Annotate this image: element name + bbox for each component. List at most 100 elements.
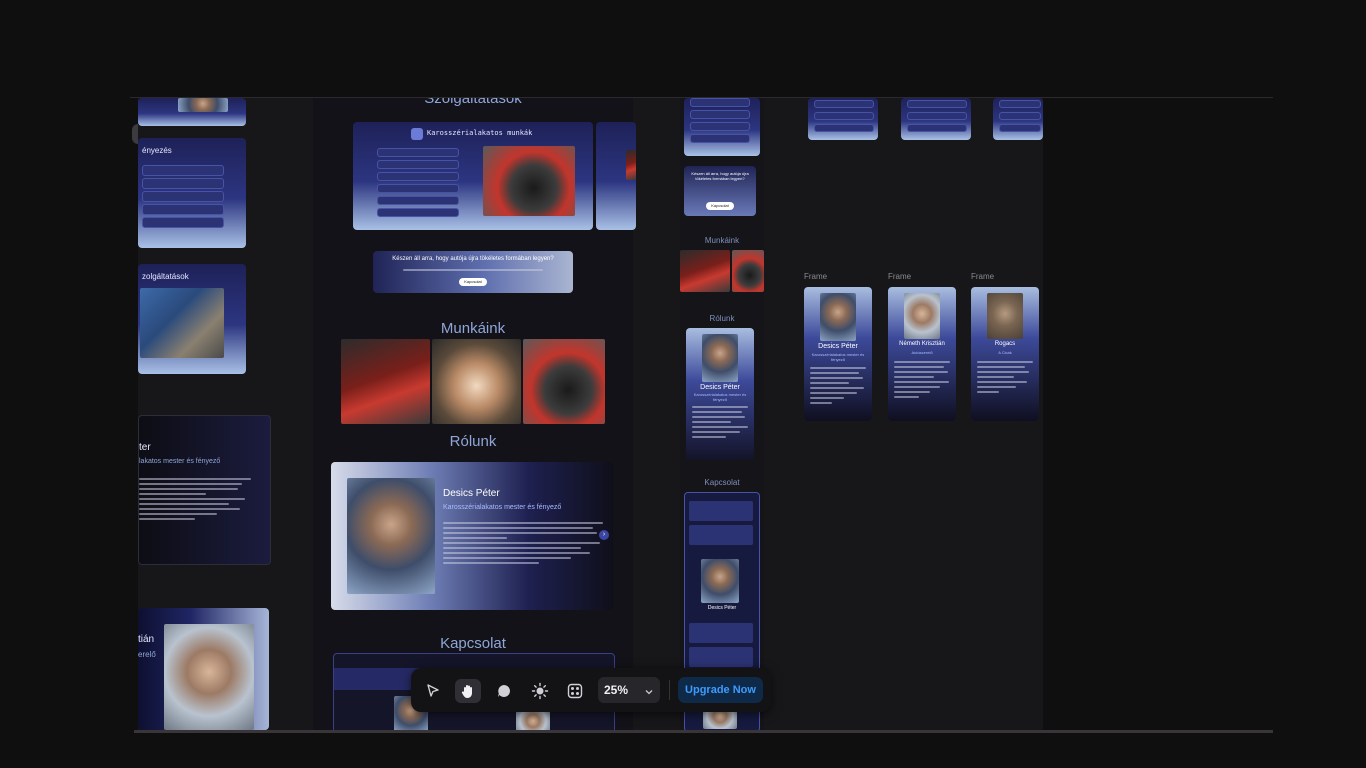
person-photo [820,293,856,341]
bio-text [139,478,251,523]
list-item [690,110,750,119]
team-card-2[interactable]: Németh Krisztián Autószerelő [888,287,956,421]
person-photo [347,478,435,594]
upgrade-button[interactable]: Upgrade Now [678,677,763,703]
contact-row [689,525,753,545]
list-item [907,124,967,132]
service-card-title: Karosszérialakatos munkák [427,129,533,137]
person-photo [904,293,940,339]
list-item [814,112,874,120]
about-card[interactable]: Desics Péter Karosszérialakatos mester é… [331,462,613,610]
list-item [907,112,967,120]
section-heading: ényezés [142,146,172,155]
list-item [377,208,459,217]
components-icon[interactable] [562,679,588,703]
left-slide-fenyezes[interactable]: ényezés [138,138,246,248]
zoom-select[interactable]: 25% [598,677,660,703]
engine-photo [140,288,224,358]
left-slide-about[interactable]: ter lakatos mester és fényező [138,415,271,565]
service-card-next[interactable] [596,122,636,230]
work-photo[interactable] [732,250,764,292]
left-slide-top[interactable] [138,98,246,126]
person-name: Németh Krisztián [899,341,945,347]
left-slide-person-2[interactable]: tián erelő [138,608,269,730]
list-item [999,112,1041,120]
work-photo-3[interactable] [523,339,605,424]
contact-row [689,647,753,667]
work-photo-2[interactable] [432,339,521,424]
list-item [907,100,967,108]
person-role: Karosszérialakatos mester és fényező [693,392,747,402]
sun-icon[interactable] [527,679,553,703]
cursor-icon[interactable] [420,679,446,703]
bio-text [894,361,950,401]
pet-photo [987,293,1023,339]
list-item [690,134,750,143]
mobile-frame[interactable]: Készen áll arra, hogy autója újra tökéle… [680,98,764,730]
cta-button[interactable]: Kapcsolat [706,202,734,210]
cta-subtitle [403,269,543,274]
contact-title: Kapcsolat [704,478,740,487]
work-photo-1[interactable] [341,339,430,424]
frame-label: Frame [888,272,912,281]
work-photo[interactable] [680,250,730,292]
person-photo [164,624,254,730]
mobile-about[interactable]: Desics Péter Karosszérialakatos mester é… [686,328,754,460]
list-item [377,172,459,181]
contact-photo-2 [516,710,550,730]
about-title: Rólunk [709,314,735,323]
person-name: Desics Péter [443,488,500,499]
cta-title: Készen áll arra, hogy autója újra tökéle… [691,171,749,181]
canvas[interactable]: ényezés zolgáltatások ter lakatos mester… [138,98,1043,730]
list-item [377,160,459,169]
contact-title: Kapcsolat [440,635,506,652]
comment-icon[interactable] [491,679,517,703]
next-arrow-icon[interactable]: › [599,530,609,540]
toolbar-divider [669,680,670,700]
mini-frame-1[interactable] [808,98,878,140]
section-heading: zolgáltatások [142,272,189,281]
left-slide-szolgaltatasok[interactable]: zolgáltatások [138,264,246,374]
properties-panel [1043,98,1273,730]
list-item [690,122,750,131]
person-name: Desics Péter [700,384,740,391]
cta-banner[interactable]: Készen áll arra, hogy autója újra tökéle… [373,251,573,293]
horizontal-scrollbar[interactable] [134,730,1273,733]
photo [178,98,228,112]
person-name: tián [138,634,155,645]
wrench-icon [411,128,423,140]
bio-text [692,406,748,441]
services-title: Szolgáltatások [424,98,522,107]
hand-icon[interactable] [455,679,481,703]
person-role: erelő [138,650,156,659]
list-item [814,100,874,108]
list-item [142,178,224,189]
works-title: Munkáink [704,236,740,245]
desktop-frame[interactable]: Szolgáltatások Karosszérialakatos munkák… [313,98,636,730]
person-role: A Cicák [998,350,1012,355]
list-item [999,100,1041,108]
mobile-cta[interactable]: Készen áll arra, hogy autója újra tökéle… [684,166,756,216]
list-item [377,196,459,205]
bio-text [977,361,1033,396]
cta-button[interactable]: Kapcsolat [459,278,487,286]
mobile-services[interactable] [684,98,760,156]
team-card-3[interactable]: Rogacs A Cicák [971,287,1039,421]
list-item [690,98,750,107]
top-bar [130,60,1270,144]
works-title: Munkáink [440,320,506,337]
team-card-1[interactable]: Desics Péter Karosszérialakatos mester é… [804,287,872,421]
contact-photo [701,559,739,603]
mini-frame-2[interactable] [901,98,971,140]
chevron-down-icon [644,684,654,702]
contact-name: Desics Péter [707,605,737,611]
mini-frame-3[interactable] [993,98,1043,140]
list-item [999,124,1041,132]
person-role: Karosszérialakatos mester és fényező [811,352,865,362]
frame-label: Frame [971,272,995,281]
contact-row [689,501,753,521]
cta-title: Készen áll arra, hogy autója újra tökéle… [392,256,554,262]
photo [626,150,636,180]
service-card[interactable]: Karosszérialakatos munkák [353,122,593,230]
person-role: lakatos mester és fényező [139,458,221,465]
